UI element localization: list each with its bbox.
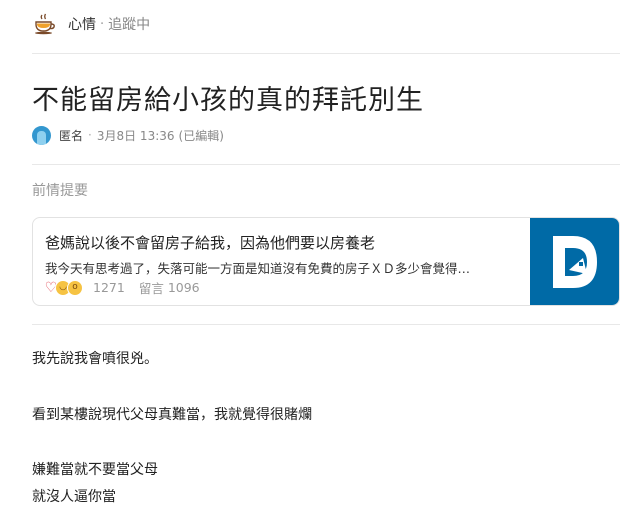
forum-name[interactable]: 心情 <box>68 14 96 34</box>
comment-label: 留言 <box>138 281 164 296</box>
linked-post-title: 爸媽說以後不會留房子給我，因為他們要以房養老 <box>45 234 376 252</box>
dcard-logo-icon <box>552 235 597 288</box>
wow-icon: o <box>67 279 83 296</box>
divider <box>32 324 620 325</box>
author-name[interactable]: 匿名 <box>59 127 83 144</box>
post-meta: 匿名 · 3月8日 13:36 (已編輯) <box>32 124 224 146</box>
body-line: 就沒人逼你當 <box>32 489 116 505</box>
forum-header: 心情 · 追蹤中 <box>32 10 150 38</box>
post-title: 不能留房給小孩的真的拜託別生 <box>32 85 424 116</box>
comment-count: 1096 <box>167 280 200 295</box>
body-line: 嫌難當就不要當父母 <box>32 462 158 478</box>
reaction-group: ♡ ◡ o <box>43 279 83 296</box>
linked-post-card[interactable]: 爸媽說以後不會留房子給我，因為他們要以房養老 我今天有思考過了，失落可能一方面是… <box>32 217 620 306</box>
divider <box>32 53 620 54</box>
post-date: 3月8日 13:36 <box>96 128 175 143</box>
body-line: 我先說我會噴很兇。 <box>32 351 158 367</box>
separator-dot: · <box>88 128 92 142</box>
like-count: 1271 <box>93 280 125 295</box>
follow-status[interactable]: 追蹤中 <box>108 14 150 34</box>
divider <box>32 164 620 165</box>
linked-post-excerpt: 我今天有思考過了，失落可能一方面是知道沒有免費的房子ＸＤ多少會覺得… <box>45 261 471 276</box>
coffee-cup-icon[interactable] <box>32 11 58 37</box>
separator-dot: · <box>100 16 105 32</box>
linked-post-thumbnail <box>530 218 619 305</box>
linked-post-stats: ♡ ◡ o 1271 留言 1096 <box>43 278 200 297</box>
edited-label[interactable]: (已編輯) <box>179 127 224 144</box>
avatar[interactable] <box>32 125 51 145</box>
body-line: 看到某樓說現代父母真難當，我就覺得很賭爛 <box>32 407 312 423</box>
previous-story-label: 前情提要 <box>32 183 88 199</box>
